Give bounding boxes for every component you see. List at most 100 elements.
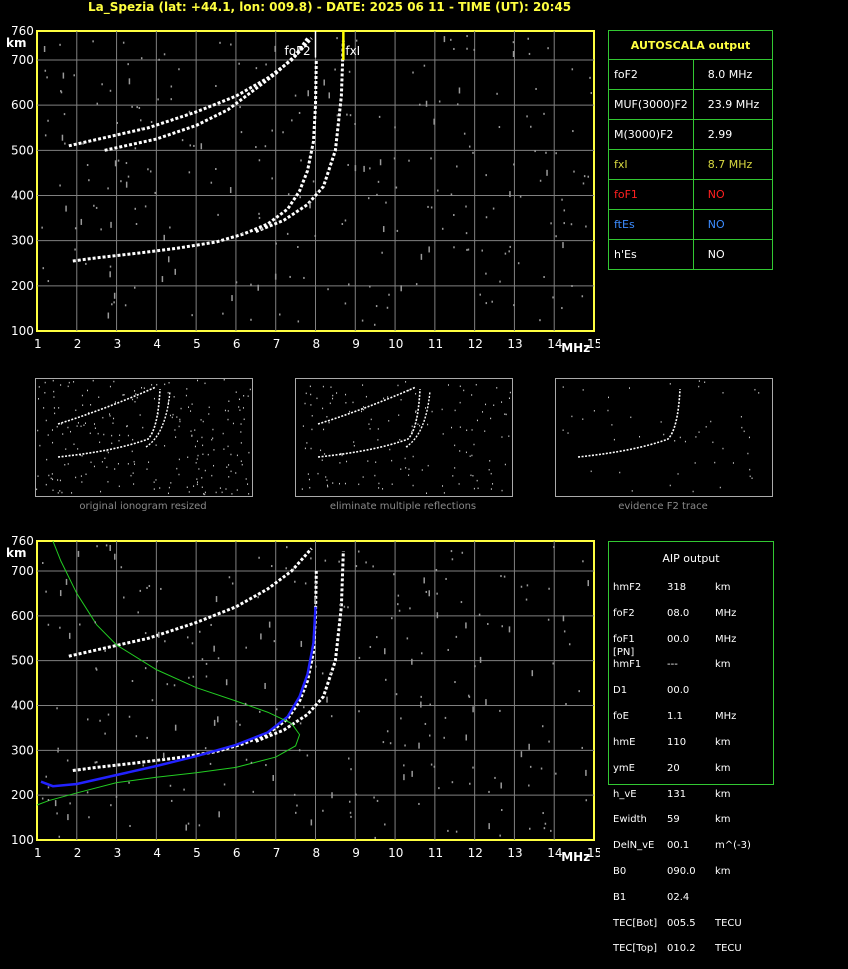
aip-value: 005.5 [667,917,696,929]
thumb-speck [628,387,630,389]
noise-speck [348,70,351,73]
thumb-speck [57,479,59,481]
thumb-speck [710,420,712,423]
thumb-speck [114,401,116,403]
noise-speck [543,827,546,830]
aip-param: hmF1 [613,659,642,671]
thumb-speck [53,390,55,393]
thumb-speck [496,387,498,389]
noise-speck [47,786,50,789]
thumb-speck [411,425,413,428]
noise-speck [307,90,309,97]
thumb-speck [732,462,734,464]
y-unit-label: km [6,36,26,50]
noise-speck [186,636,189,639]
thumb-speck [70,430,72,433]
thumb-speck [698,380,700,382]
thumb-speck [84,422,86,424]
thumb-speck [203,493,205,495]
thumb-speck [173,396,175,398]
noise-speck [585,769,587,776]
aip-unit: m^(-3) [715,840,751,852]
noise-speck [114,160,117,167]
aip-unit: MHz [715,711,737,723]
thumb-speck [358,483,360,486]
thumb-speck [613,438,615,441]
thumb-speck [123,393,125,396]
noise-speck [571,68,574,71]
noise-speck [223,783,226,786]
thumb-speck [663,433,665,436]
thumb-speck [132,438,134,441]
noise-speck [465,232,468,235]
x-tick-label: 13 [507,337,522,351]
thumb-speck [179,420,181,423]
thumb-speck [477,487,479,490]
thumb-speck [639,435,641,438]
thumb-speck [47,434,49,436]
noise-speck [369,645,372,648]
noise-speck [241,232,244,235]
thumb-speck [185,394,187,397]
noise-speck [341,223,344,226]
thumb-speck [122,394,124,396]
thumb-speck [43,407,45,409]
thumbnail-caption-evidence: evidence F2 trace [618,501,708,512]
y-tick-label: 500 [11,143,34,157]
noise-speck [376,799,379,802]
thumb-speck [201,477,203,479]
noise-speck [64,142,66,145]
autoscala-row: foF1 NO [608,179,774,210]
thumb-speck [323,428,325,431]
thumb-speck [501,401,503,403]
noise-speck [137,611,139,614]
noise-speck [265,764,267,767]
noise-speck [398,609,401,612]
noise-speck [109,544,111,551]
noise-speck [443,36,446,43]
noise-speck [388,293,390,296]
thumb-speck [374,474,376,477]
autoscala-label: fxI [608,149,694,180]
thumb-speck [363,408,365,411]
noise-speck [169,226,171,229]
noise-speck [322,809,324,812]
thumb-speck [712,441,714,444]
thumb-speck [39,444,41,447]
thumb-speck [695,436,697,438]
thumb-speck [133,483,135,485]
thumb-speck [60,384,62,386]
noise-speck [120,180,122,183]
noise-speck [344,219,347,222]
thumb-speck [53,396,55,398]
noise-speck [264,145,267,148]
thumb-speck [493,404,495,406]
aip-unit: MHz [715,633,737,645]
noise-speck [548,587,550,590]
noise-speck [235,720,238,723]
thumb-speck [417,423,419,425]
noise-speck [205,675,208,678]
thumb-speck [53,407,55,409]
thumb-speck [202,453,204,456]
thumb-speck [476,479,478,482]
thumb-speck [64,463,66,466]
noise-speck [274,273,277,280]
thumb-speck [698,385,700,388]
noise-speck [217,716,219,723]
y-tick-label: 200 [11,788,34,802]
noise-speck [310,557,312,560]
noise-speck [41,226,43,229]
noise-speck [258,710,261,713]
noise-speck [472,766,474,769]
noise-speck [463,132,466,135]
thumb-speck [679,436,681,439]
thumb-speck [101,461,103,463]
noise-speck [268,621,271,628]
thumb-speck [219,487,221,489]
noise-speck [147,168,149,171]
thumb-speck [443,492,445,494]
thumb-speck [176,467,178,470]
thumb-speck [369,428,371,430]
noise-speck [57,747,59,750]
